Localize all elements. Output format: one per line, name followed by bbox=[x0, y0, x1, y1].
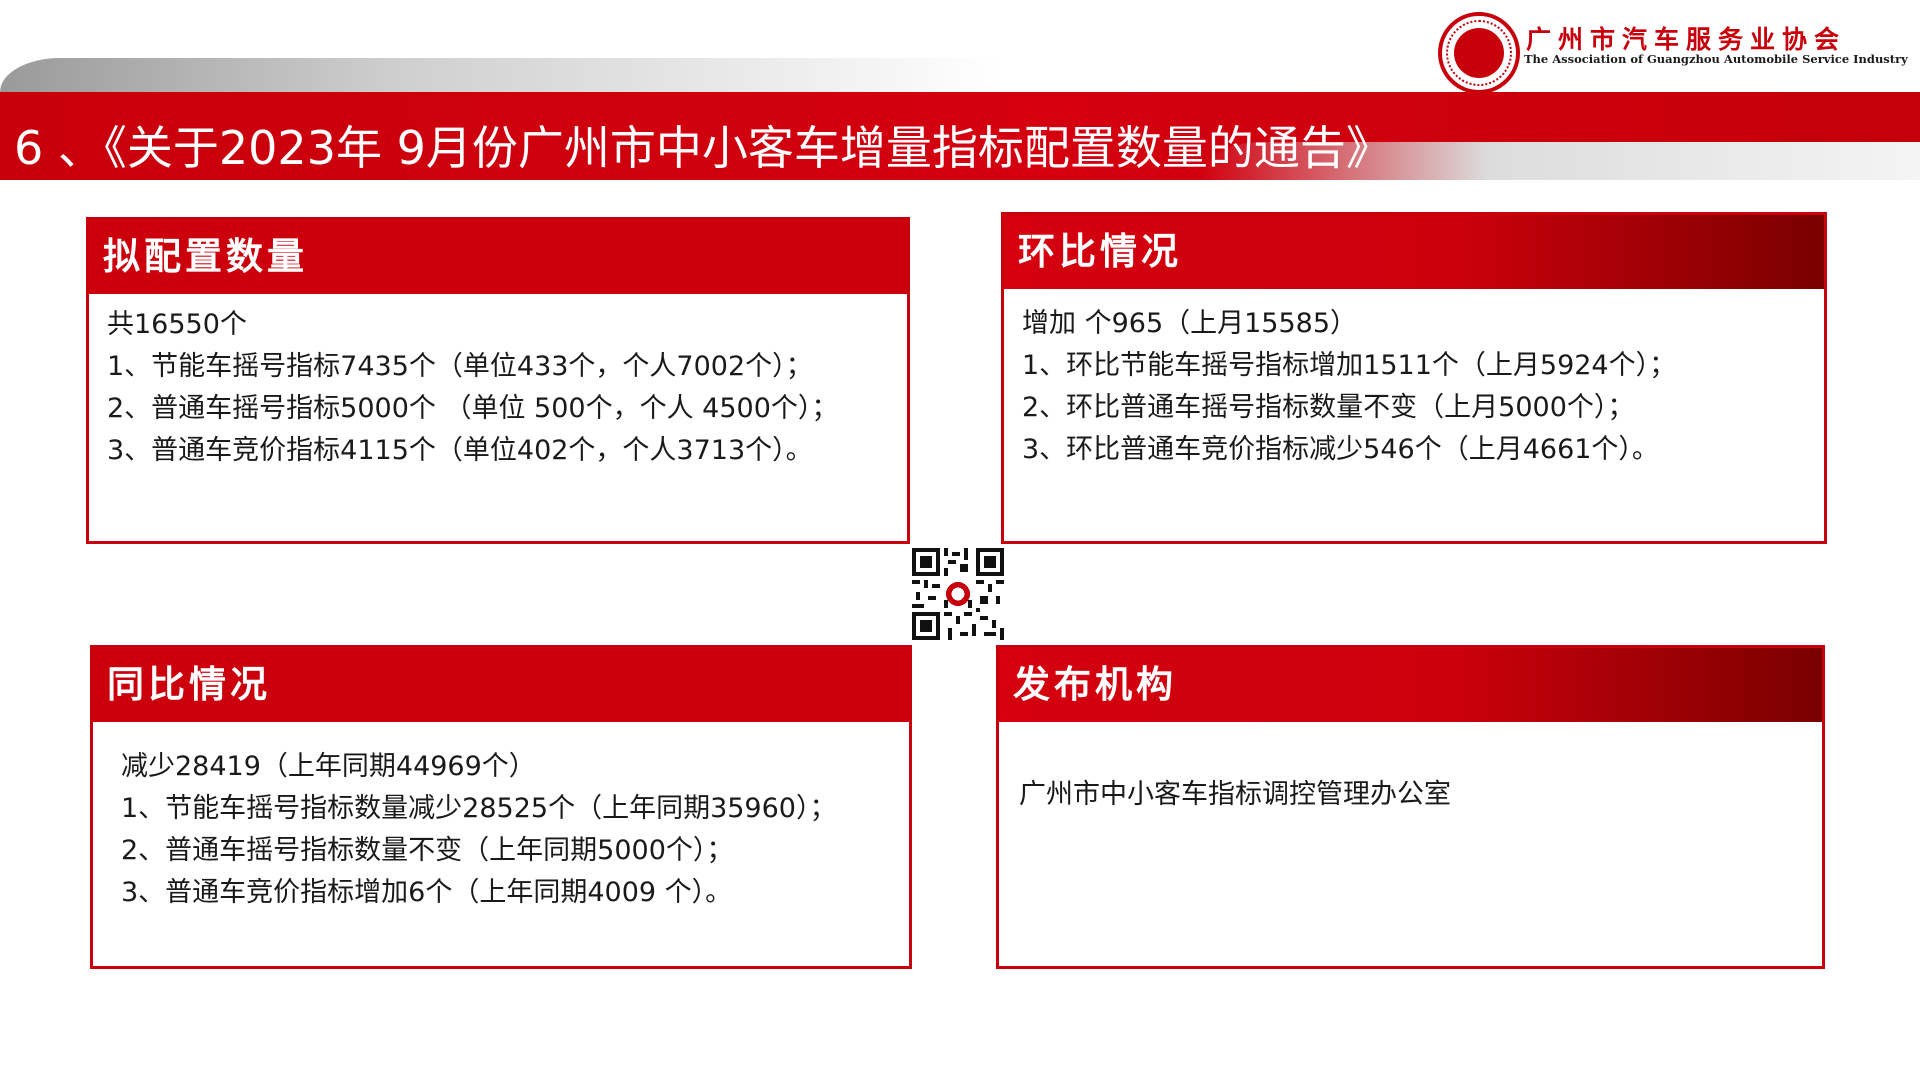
publisher-body: 广州市中小客车指标调控管理办公室 bbox=[1019, 774, 1812, 816]
publisher-heading: 发布机构 bbox=[999, 648, 1822, 722]
publisher-name: 广州市中小客车指标调控管理办公室 bbox=[1019, 779, 1451, 810]
publisher-card: 发布机构 广州市中小客车指标调控管理办公室 bbox=[996, 645, 1825, 969]
planned-line-3: 3、普通车竞价指标4115个（单位402个，个人3713个）。 bbox=[107, 435, 813, 466]
association-name-en: The Association of Guangzhou Automobile … bbox=[1524, 52, 1908, 66]
yoy-body: 减少28419（上年同期44969个） 1、节能车摇号指标数量减少28525个（… bbox=[121, 746, 899, 914]
mom-body: 增加 个965（上月15585） 1、环比节能车摇号指标增加1511个（上月59… bbox=[1022, 303, 1814, 471]
mom-line-1: 1、环比节能车摇号指标增加1511个（上月5924个）； bbox=[1022, 350, 1677, 381]
association-name-cn: 广州市汽车服务业协会 bbox=[1526, 25, 1847, 54]
page-title: 6 、《关于2023年 9月份广州市中小客车增量指标配置数量的通告》 bbox=[14, 121, 1392, 175]
planned-quantity-body: 共16550个 1、节能车摇号指标7435个（单位433个，个人7002个）； … bbox=[107, 304, 897, 472]
yoy-card: 同比情况 减少28419（上年同期44969个） 1、节能车摇号指标数量减少28… bbox=[90, 645, 912, 969]
planned-line-1: 1、节能车摇号指标7435个（单位433个，个人7002个）； bbox=[107, 351, 813, 382]
yoy-line-3: 3、普通车竞价指标增加6个（上年同期4009 个）。 bbox=[121, 877, 733, 908]
yoy-heading: 同比情况 bbox=[93, 648, 909, 722]
yoy-line-2: 2、普通车摇号指标数量不变（上年同期5000个）； bbox=[121, 835, 734, 866]
planned-quantity-heading: 拟配置数量 bbox=[89, 220, 907, 294]
header-swoosh bbox=[0, 58, 1000, 92]
mom-heading: 环比情况 bbox=[1004, 215, 1824, 289]
planned-quantity-card: 拟配置数量 共16550个 1、节能车摇号指标7435个（单位433个，个人70… bbox=[86, 217, 910, 544]
mom-line-2: 2、环比普通车摇号指标数量不变（上月5000个）； bbox=[1022, 392, 1635, 423]
planned-line-2: 2、普通车摇号指标5000个 （单位 500个，个人 4500个）； bbox=[107, 393, 839, 424]
mom-line-3: 3、环比普通车竞价指标减少546个（上月4661个）。 bbox=[1022, 434, 1659, 465]
mom-card: 环比情况 增加 个965（上月15585） 1、环比节能车摇号指标增加1511个… bbox=[1001, 212, 1827, 544]
planned-total: 共16550个 bbox=[107, 309, 247, 340]
qr-code-icon bbox=[912, 548, 1004, 640]
mom-total: 增加 个965（上月15585） bbox=[1022, 308, 1358, 339]
association-seal-icon bbox=[1438, 12, 1520, 94]
yoy-total: 减少28419（上年同期44969个） bbox=[121, 751, 536, 782]
yoy-line-1: 1、节能车摇号指标数量减少28525个（上年同期35960）； bbox=[121, 793, 837, 824]
